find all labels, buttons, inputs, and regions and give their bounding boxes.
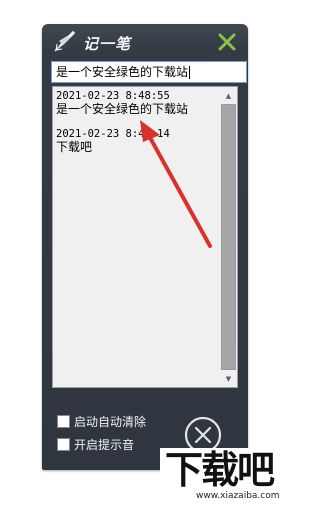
notes-content: 2021-02-23 8:48:55 是一个安全绿色的下载站 2021-02-2… <box>56 91 216 167</box>
note-timestamp: 2021-02-23 8:48:14 <box>56 128 170 140</box>
watermark-logo: 下载吧 <box>165 448 275 492</box>
auto-clear-option[interactable]: 启动自动清除 <box>57 413 146 429</box>
note-item[interactable]: 2021-02-23 8:48:55 是一个安全绿色的下载站 <box>56 90 216 117</box>
app-window: 记一笔 是一个安全绿色的下载站 2021-02-23 8:48:55 是一个安全… <box>42 24 248 470</box>
quill-pen-icon <box>54 30 76 52</box>
note-text: 是一个安全绿色的下载站 <box>56 102 189 116</box>
sound-checkbox[interactable] <box>57 437 70 451</box>
title-bar[interactable]: 记一笔 <box>42 24 248 60</box>
watermark: 下载吧 www.xiazaiba.com <box>160 448 300 507</box>
app-title: 记一笔 <box>83 35 132 53</box>
note-item[interactable]: 2021-02-23 8:48:14 下载吧 <box>56 128 216 155</box>
close-icon[interactable] <box>218 33 236 51</box>
vertical-scrollbar[interactable]: ▲ ▼ <box>220 87 237 387</box>
note-timestamp: 2021-02-23 8:48:55 <box>56 90 170 102</box>
scroll-up-arrow-icon[interactable]: ▲ <box>220 87 237 104</box>
note-input-value: 是一个安全绿色的下载站 <box>56 65 189 79</box>
sound-label: 开启提示音 <box>74 437 135 452</box>
scroll-down-arrow-icon[interactable]: ▼ <box>220 370 237 387</box>
scroll-thumb[interactable] <box>221 104 236 370</box>
auto-clear-label: 启动自动清除 <box>74 414 147 429</box>
note-text: 下载吧 <box>56 140 93 154</box>
watermark-url: www.xiazaiba.com <box>196 491 280 501</box>
sound-option[interactable]: 开启提示音 <box>57 436 134 452</box>
auto-clear-checkbox[interactable] <box>57 414 70 428</box>
note-input[interactable]: 是一个安全绿色的下载站 <box>51 61 247 83</box>
notes-list[interactable]: 2021-02-23 8:48:55 是一个安全绿色的下载站 2021-02-2… <box>52 86 238 388</box>
text-caret <box>189 66 191 79</box>
